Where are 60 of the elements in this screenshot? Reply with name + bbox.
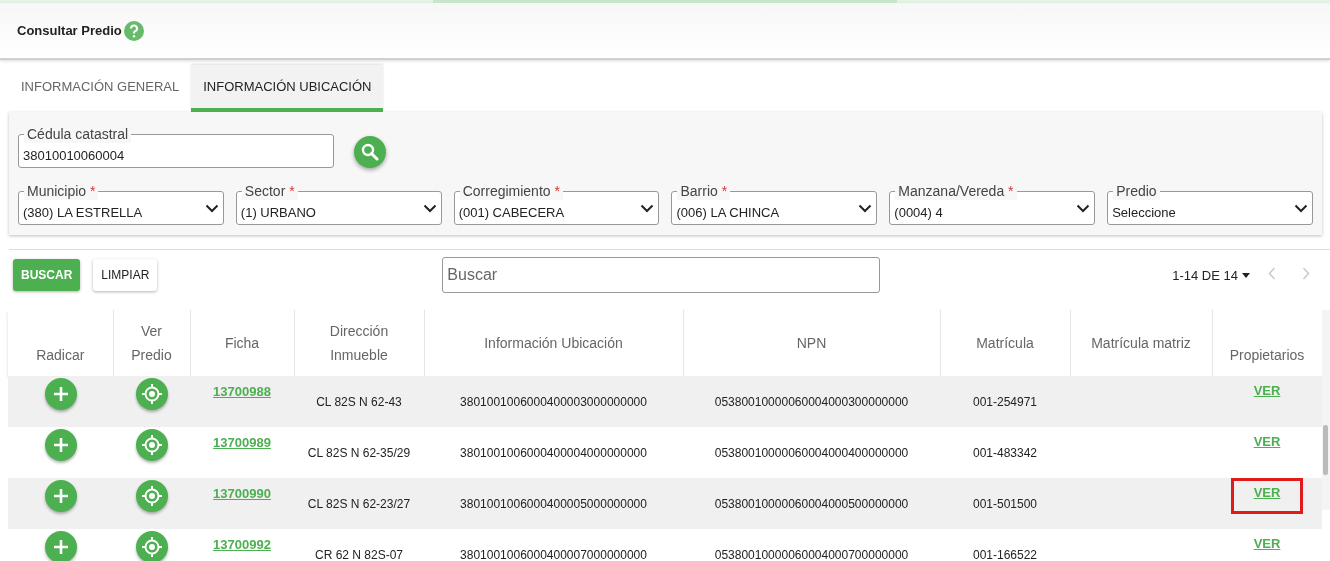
- table-cell: 001-501500: [972, 496, 1038, 511]
- search-icon: [361, 143, 379, 161]
- table-cell: 3801001006000400004000000000: [460, 445, 647, 460]
- crosshair-icon: [140, 485, 163, 507]
- column-header: Información Ubicación: [484, 335, 623, 351]
- table-cell: 05380010000060004000400000000: [714, 445, 909, 460]
- crosshair-icon: [140, 434, 163, 456]
- scrollbar-thumb[interactable]: [1323, 425, 1328, 475]
- plus-icon: [52, 386, 69, 402]
- table-cell: CL 82S N 62-35/29: [307, 445, 411, 460]
- target-button[interactable]: [135, 531, 168, 561]
- tab[interactable]: INFORMACIÓN UBICACIÓN: [191, 65, 384, 112]
- table-cell: 001-166522: [972, 547, 1038, 561]
- search-button[interactable]: [354, 136, 386, 168]
- chevron-right-icon: [1302, 267, 1310, 280]
- crosshair-icon: [140, 383, 163, 405]
- target-button[interactable]: [135, 429, 168, 461]
- table-cell: CL 82S N 62-23/27: [307, 496, 411, 511]
- caret-icon: [1242, 272, 1250, 278]
- chevron-down-icon: [204, 203, 219, 213]
- table-cell: 001-254971: [972, 394, 1038, 409]
- plus-icon: [52, 437, 69, 453]
- tab[interactable]: INFORMACIÓN GENERAL: [9, 65, 192, 112]
- add-button[interactable]: [44, 531, 77, 561]
- table-cell: 3801001006000400003000000000: [460, 394, 647, 409]
- plus-icon: [52, 488, 69, 504]
- add-button[interactable]: [44, 480, 77, 512]
- page-title: Consultar Predio: [17, 23, 122, 38]
- table-cell: CL 82S N 62-43: [316, 394, 402, 409]
- column-header: Matrícula matriz: [1091, 335, 1191, 351]
- plus-icon: [52, 539, 69, 555]
- clear-button[interactable]: LIMPIAR: [93, 259, 158, 291]
- column-header: Radicar: [36, 347, 85, 363]
- add-button[interactable]: [44, 378, 77, 410]
- column-header: Matrícula: [976, 335, 1034, 351]
- column-header: Ficha: [224, 335, 260, 351]
- chevron-down-icon: [1294, 203, 1308, 213]
- crosshair-icon: [140, 536, 163, 558]
- chevron-down-icon: [640, 203, 655, 213]
- column-header: Dirección Inmueble: [329, 322, 389, 365]
- chevron-down-icon: [858, 203, 873, 213]
- column-header: Ver Predio: [131, 322, 172, 365]
- chevron-left-icon: [1268, 267, 1276, 280]
- table-cell: 05380010000060004000300000000: [714, 394, 909, 409]
- table-cell: 05380010000060004000700000000: [714, 547, 909, 561]
- table-cell: 05380010000060004000500000000: [714, 496, 909, 511]
- help-icon[interactable]: [123, 20, 144, 41]
- column-header: NPN: [796, 335, 827, 351]
- table-cell: CR 62 N 82S-07: [314, 547, 403, 561]
- add-button[interactable]: [44, 429, 77, 461]
- target-button[interactable]: [135, 378, 168, 410]
- target-button[interactable]: [135, 480, 168, 512]
- chevron-down-icon: [1076, 203, 1091, 213]
- search-field[interactable]: Buscar: [442, 257, 881, 293]
- table-cell: 3801001006000400007000000000: [460, 547, 647, 561]
- column-header: Propietarios: [1229, 347, 1305, 363]
- table-cell: 3801001006000400005000000000: [460, 496, 647, 511]
- chevron-down-icon: [422, 203, 437, 213]
- page-range-dropdown[interactable]: 1-14 DE 14: [1172, 267, 1250, 283]
- table-cell: 001-483342: [972, 445, 1038, 460]
